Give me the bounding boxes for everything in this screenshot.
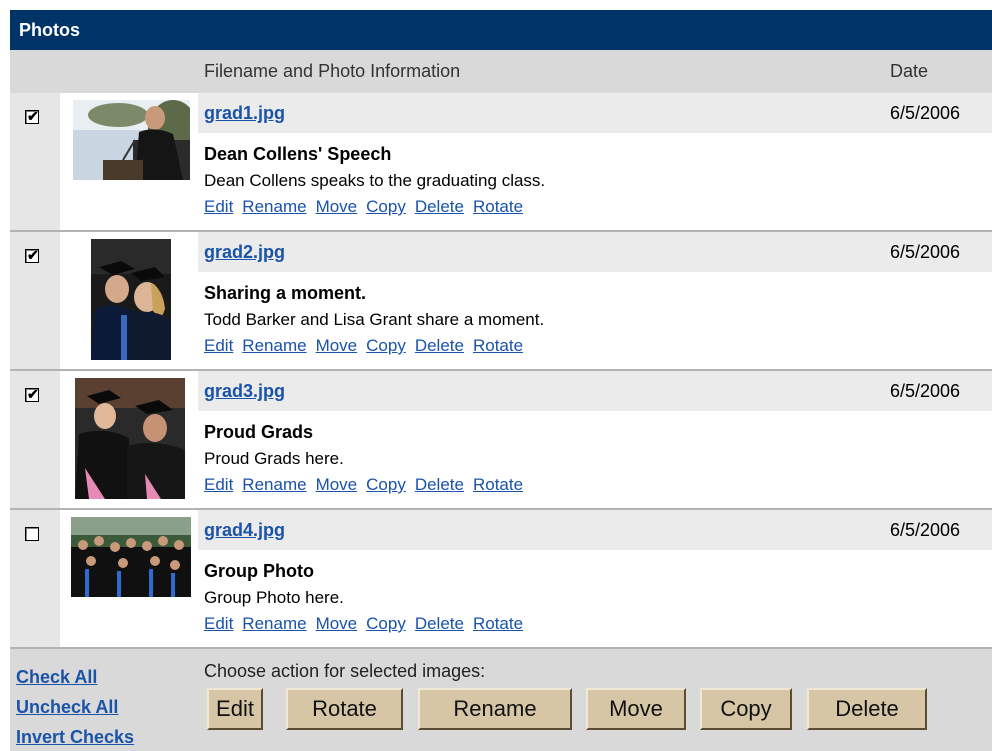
photo-actions: Edit Rename Move Copy Delete Rotate bbox=[204, 614, 532, 634]
photo-filename-link[interactable]: grad3.jpg bbox=[204, 381, 285, 402]
rotate-link[interactable]: Rotate bbox=[473, 336, 523, 355]
column-header-row: Filename and Photo Information Date bbox=[10, 50, 992, 93]
selection-links: Check All Uncheck All Invert Checks bbox=[16, 662, 134, 751]
delete-link[interactable]: Delete bbox=[415, 475, 464, 494]
speech-photo-icon[interactable] bbox=[73, 100, 190, 180]
copy-link[interactable]: Copy bbox=[366, 475, 406, 494]
photo-date: 6/5/2006 bbox=[890, 103, 961, 123]
bulk-move-button[interactable]: Move bbox=[586, 688, 686, 730]
delete-link[interactable]: Delete bbox=[415, 336, 464, 355]
photo-description: Group Photo here. bbox=[204, 588, 344, 607]
grads-photo-icon[interactable] bbox=[75, 378, 185, 499]
photo-title: Dean Collens' Speech bbox=[204, 144, 392, 164]
rename-link[interactable]: Rename bbox=[242, 475, 306, 494]
bulk-copy-button[interactable]: Copy bbox=[700, 688, 792, 730]
rotate-link[interactable]: Rotate bbox=[473, 197, 523, 216]
panel-title: Photos bbox=[10, 10, 992, 50]
uncheck-all-link[interactable]: Uncheck All bbox=[16, 692, 134, 722]
rotate-link[interactable]: Rotate bbox=[473, 475, 523, 494]
couple-photo-icon[interactable] bbox=[91, 239, 171, 360]
photo-title: Proud Grads bbox=[204, 422, 314, 442]
delete-link[interactable]: Delete bbox=[415, 197, 464, 216]
photo-filename-link[interactable]: grad2.jpg bbox=[204, 242, 285, 263]
photo-row: grad4.jpg 6/5/2006 Group Photo Group Pho… bbox=[10, 510, 992, 649]
bulk-edit-button[interactable]: Edit bbox=[207, 688, 263, 730]
photo-date: 6/5/2006 bbox=[890, 520, 961, 540]
photo-filename-link[interactable]: grad4.jpg bbox=[204, 520, 285, 541]
photo-description: Todd Barker and Lisa Grant share a momen… bbox=[204, 310, 545, 329]
photo-filename-link[interactable]: grad1.jpg bbox=[204, 103, 285, 124]
invert-checks-link[interactable]: Invert Checks bbox=[16, 722, 134, 751]
edit-link[interactable]: Edit bbox=[204, 475, 233, 494]
photos-panel: Photos Filename and Photo Information Da… bbox=[10, 10, 992, 751]
column-header-file: Filename and Photo Information bbox=[204, 61, 461, 81]
move-link[interactable]: Move bbox=[316, 614, 358, 633]
photo-actions: Edit Rename Move Copy Delete Rotate bbox=[204, 197, 532, 217]
photo-row: ✔ grad3.jpg 6/5/2006 Proud Grads Proud G… bbox=[10, 371, 992, 510]
move-link[interactable]: Move bbox=[316, 475, 358, 494]
copy-link[interactable]: Copy bbox=[366, 336, 406, 355]
group-photo-icon[interactable] bbox=[71, 517, 191, 597]
bulk-rotate-button[interactable]: Rotate bbox=[286, 688, 403, 730]
photo-select-checkbox[interactable]: ✔ bbox=[25, 386, 39, 402]
check-all-link[interactable]: Check All bbox=[16, 662, 134, 692]
rename-link[interactable]: Rename bbox=[242, 197, 306, 216]
photo-date: 6/5/2006 bbox=[890, 242, 961, 262]
copy-link[interactable]: Copy bbox=[366, 614, 406, 633]
photo-date: 6/5/2006 bbox=[890, 381, 961, 401]
move-link[interactable]: Move bbox=[316, 197, 358, 216]
move-link[interactable]: Move bbox=[316, 336, 358, 355]
delete-link[interactable]: Delete bbox=[415, 614, 464, 633]
bulk-delete-button[interactable]: Delete bbox=[807, 688, 927, 730]
column-header-date: Date bbox=[890, 61, 929, 81]
photo-actions: Edit Rename Move Copy Delete Rotate bbox=[204, 475, 532, 495]
rename-link[interactable]: Rename bbox=[242, 336, 306, 355]
edit-link[interactable]: Edit bbox=[204, 614, 233, 633]
photo-row: ✔ grad2.jpg 6/5/2006 Sharing a moment. T… bbox=[10, 232, 992, 371]
bulk-actions-footer: Check All Uncheck All Invert Checks Choo… bbox=[10, 649, 992, 751]
edit-link[interactable]: Edit bbox=[204, 197, 233, 216]
copy-link[interactable]: Copy bbox=[366, 197, 406, 216]
photo-select-checkbox[interactable]: ✔ bbox=[25, 247, 39, 263]
photo-title: Group Photo bbox=[204, 561, 314, 581]
bulk-rename-button[interactable]: Rename bbox=[418, 688, 572, 730]
bulk-action-prompt: Choose action for selected images: bbox=[204, 661, 486, 681]
photo-select-checkbox[interactable]: ✔ bbox=[25, 108, 39, 124]
photo-title: Sharing a moment. bbox=[204, 283, 367, 303]
photo-description: Proud Grads here. bbox=[204, 449, 344, 468]
edit-link[interactable]: Edit bbox=[204, 336, 233, 355]
photo-actions: Edit Rename Move Copy Delete Rotate bbox=[204, 336, 532, 356]
rename-link[interactable]: Rename bbox=[242, 614, 306, 633]
photo-description: Dean Collens speaks to the graduating cl… bbox=[204, 171, 546, 190]
photo-select-checkbox[interactable] bbox=[25, 527, 39, 541]
rotate-link[interactable]: Rotate bbox=[473, 614, 523, 633]
photo-row: ✔ grad1.jpg 6/5/2006 Dean Collens' Speec… bbox=[10, 93, 992, 232]
